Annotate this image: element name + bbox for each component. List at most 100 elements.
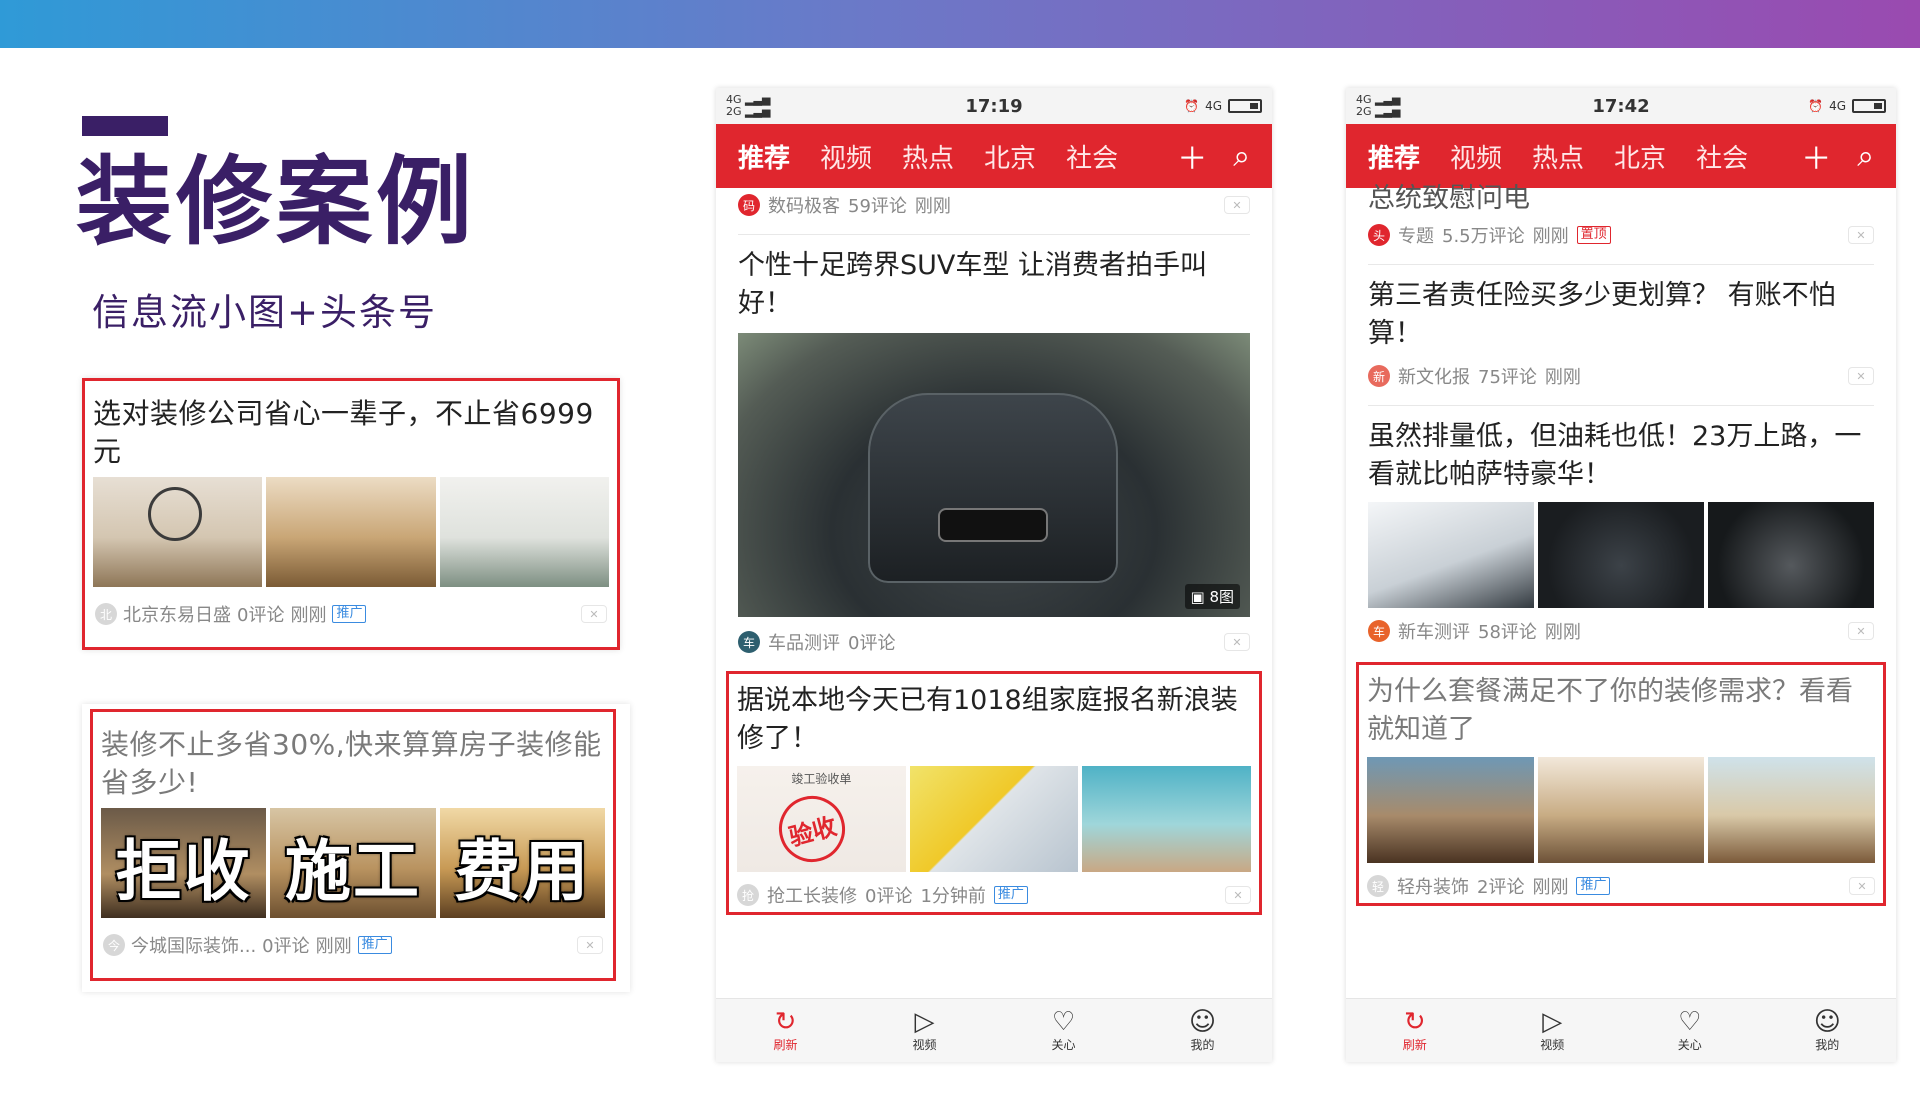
status-bar: 4G ▂▃▅ 2G ▂▃▅ 17:42 ⏰ 4G bbox=[1346, 88, 1896, 124]
refresh-icon: ↻ bbox=[774, 1007, 797, 1037]
feed-item-title: 据说本地今天已有1018组家庭报名新浪装修了！ bbox=[737, 685, 1238, 754]
suv-car-shape bbox=[868, 393, 1118, 583]
dismiss-icon[interactable]: ✕ bbox=[1849, 877, 1875, 895]
tab-hot[interactable]: 热点 bbox=[902, 138, 954, 175]
approval-stamp: 验收 bbox=[771, 788, 853, 870]
ad-card-title: 装修不止多省30%,快来算算房子装修能省多少! bbox=[101, 728, 602, 799]
search-icon[interactable]: ⌕ bbox=[1233, 139, 1250, 174]
room-thumbnail bbox=[909, 766, 1079, 872]
dismiss-icon[interactable]: ✕ bbox=[581, 605, 607, 623]
room-thumbnail bbox=[266, 477, 436, 587]
feed-item-car[interactable]: 虽然排量低，但油耗也低！23万上路，一看就比帕萨特豪华！ 车 新车测评 58评论… bbox=[1368, 418, 1874, 648]
dismiss-icon[interactable]: ✕ bbox=[1848, 367, 1874, 385]
room-thumbnail bbox=[439, 477, 609, 587]
feed-item-title: 第三者责任险买多少更划算？ 有账不怕算！ bbox=[1368, 280, 1836, 349]
tab-follow[interactable]: ♡ 关心 bbox=[994, 999, 1133, 1062]
room-thumbnail bbox=[1367, 757, 1534, 863]
tab-recommend[interactable]: 推荐 bbox=[738, 138, 790, 175]
ad-card-2[interactable]: 装修不止多省30%,快来算算房子装修能省多少! 拒收 施工 费用 今 今城国际装… bbox=[90, 709, 616, 981]
comment-count: 59评论 bbox=[848, 196, 907, 217]
divider bbox=[1368, 405, 1874, 406]
post-time: 刚刚 bbox=[315, 936, 352, 957]
tab-video[interactable]: 视频 bbox=[1450, 138, 1502, 175]
image-count-badge: ▣ 8图 bbox=[1184, 584, 1240, 609]
feed-item-meta: 车 新车测评 58评论 刚刚 ✕ bbox=[1368, 614, 1874, 648]
source-avatar-icon: 新 bbox=[1368, 365, 1390, 387]
phone-screenshot-2: 4G ▂▃▅ 2G ▂▃▅ 17:42 ⏰ 4G 推荐 视频 热点 北京 社会 ＋… bbox=[1346, 88, 1896, 1062]
tab-me[interactable]: ☺ 我的 bbox=[1133, 999, 1272, 1062]
overlay-word: 费用 bbox=[454, 833, 591, 910]
tab-beijing[interactable]: 北京 bbox=[1614, 138, 1666, 175]
bottom-tabbar: ↻ 刷新 ▷ 视频 ♡ 关心 ☺ 我的 bbox=[1346, 998, 1896, 1062]
dismiss-icon[interactable]: ✕ bbox=[1224, 196, 1250, 214]
post-time: 1分钟前 bbox=[920, 886, 986, 907]
status-bar: 4G ▂▃▅ 2G ▂▃▅ 17:19 ⏰ 4G bbox=[716, 88, 1272, 124]
comment-count: 58评论 bbox=[1478, 622, 1537, 643]
title-accent-bar bbox=[82, 116, 168, 136]
tab-video[interactable]: 视频 bbox=[820, 138, 872, 175]
ad-feed-item-highlight[interactable]: 为什么套餐满足不了你的装修需求？看看就知道了 轻 轻舟装饰 2评论 刚刚 推广 … bbox=[1356, 662, 1886, 906]
comment-count: 0评论 bbox=[262, 936, 310, 957]
comment-count: 0评论 bbox=[865, 886, 913, 907]
tab-hot[interactable]: 热点 bbox=[1532, 138, 1584, 175]
add-channel-icon[interactable]: ＋ bbox=[1801, 134, 1831, 178]
tab-beijing[interactable]: 北京 bbox=[984, 138, 1036, 175]
car-dashboard-thumbnail bbox=[1538, 502, 1704, 608]
promo-badge: 推广 bbox=[357, 936, 392, 954]
post-time: 刚刚 bbox=[1544, 622, 1581, 643]
feed-item-meta: 抢 抢工长装修 0评论 1分钟前 推广 ✕ bbox=[737, 878, 1251, 912]
source-name: 车品测评 bbox=[768, 633, 840, 654]
tab-me[interactable]: ☺ 我的 bbox=[1759, 999, 1897, 1062]
comment-count: 75评论 bbox=[1478, 367, 1537, 388]
tab-refresh[interactable]: ↻ 刷新 bbox=[716, 999, 855, 1062]
dismiss-icon[interactable]: ✕ bbox=[1848, 226, 1874, 244]
feed-item-suv[interactable]: 个性十足跨界SUV车型 让消费者拍手叫好！ ▣ 8图 车 车品测评 0评论 ✕ bbox=[738, 247, 1250, 659]
comment-count: 0评论 bbox=[848, 633, 896, 654]
feed-item-meta: 头 专题 5.5万评论 刚刚 置顶 ✕ bbox=[1368, 218, 1874, 252]
source-name: 抢工长装修 bbox=[767, 886, 857, 907]
source-name: 新车测评 bbox=[1398, 622, 1470, 643]
room-thumbnail: 费用 bbox=[439, 808, 605, 918]
feed-item-images bbox=[1367, 749, 1876, 863]
heart-icon: ♡ bbox=[1051, 1007, 1076, 1037]
user-icon: ☺ bbox=[1813, 1007, 1841, 1037]
source-avatar-icon: 抢 bbox=[737, 884, 759, 906]
feed-item-title: 总统致慰问电 bbox=[1368, 183, 1530, 214]
dismiss-icon[interactable]: ✕ bbox=[577, 936, 603, 954]
comment-count: 5.5万评论 bbox=[1442, 226, 1525, 247]
car-gearshift-thumbnail bbox=[1708, 502, 1874, 608]
dismiss-icon[interactable]: ✕ bbox=[1224, 633, 1250, 651]
tab-follow[interactable]: ♡ 关心 bbox=[1621, 999, 1759, 1062]
source-avatar-icon: 北 bbox=[95, 603, 117, 625]
feed-item-title: 虽然排量低，但油耗也低！23万上路，一看就比帕萨特豪华！ bbox=[1368, 421, 1862, 490]
bottom-tabbar: ↻ 刷新 ▷ 视频 ♡ 关心 ☺ 我的 bbox=[716, 998, 1272, 1062]
tab-video-bottom[interactable]: ▷ 视频 bbox=[1484, 999, 1622, 1062]
search-icon[interactable]: ⌕ bbox=[1857, 139, 1874, 174]
add-channel-icon[interactable]: ＋ bbox=[1177, 134, 1207, 178]
source-avatar-icon: 车 bbox=[738, 631, 760, 653]
dismiss-icon[interactable]: ✕ bbox=[1225, 886, 1251, 904]
play-icon: ▷ bbox=[914, 1007, 935, 1037]
top-gradient-bar bbox=[0, 0, 1920, 48]
tab-recommend[interactable]: 推荐 bbox=[1368, 138, 1420, 175]
status-time: 17:19 bbox=[965, 95, 1023, 117]
tab-society[interactable]: 社会 bbox=[1696, 138, 1748, 175]
source-avatar-icon: 轻 bbox=[1367, 875, 1389, 897]
overlay-word: 拒收 bbox=[115, 833, 252, 910]
post-time: 刚刚 bbox=[1544, 367, 1581, 388]
ad-feed-item-highlight[interactable]: 据说本地今天已有1018组家庭报名新浪装修了！ 竣工验收单 验收 抢 抢工长装修… bbox=[726, 671, 1262, 915]
feed-item-title: 个性十足跨界SUV车型 让消费者拍手叫好！ bbox=[738, 250, 1207, 319]
tab-refresh[interactable]: ↻ 刷新 bbox=[1346, 999, 1484, 1062]
feed-item-meta: 车 车品测评 0评论 ✕ bbox=[738, 625, 1250, 659]
source-avatar-icon: 车 bbox=[1368, 620, 1390, 642]
feed-item-insurance[interactable]: 第三者责任险买多少更划算？ 有账不怕算！ 新 新文化报 75评论 刚刚 ✕ bbox=[1368, 277, 1874, 393]
dismiss-icon[interactable]: ✕ bbox=[1848, 622, 1874, 640]
ad-card-images bbox=[85, 471, 617, 587]
tab-video-bottom[interactable]: ▷ 视频 bbox=[855, 999, 994, 1062]
post-time: 刚刚 bbox=[1532, 226, 1569, 247]
ad-card-meta: 今 今城国际装饰... 0评论 刚刚 推广 ✕ bbox=[93, 918, 613, 958]
tab-society[interactable]: 社会 bbox=[1066, 138, 1118, 175]
ad-card-1[interactable]: 选对装修公司省心一辈子，不止省6999元 北 北京东易日盛 0评论 刚刚 推广 … bbox=[82, 378, 620, 650]
source-name: 北京东易日盛 bbox=[123, 605, 231, 626]
room-thumbnail bbox=[1537, 757, 1705, 863]
